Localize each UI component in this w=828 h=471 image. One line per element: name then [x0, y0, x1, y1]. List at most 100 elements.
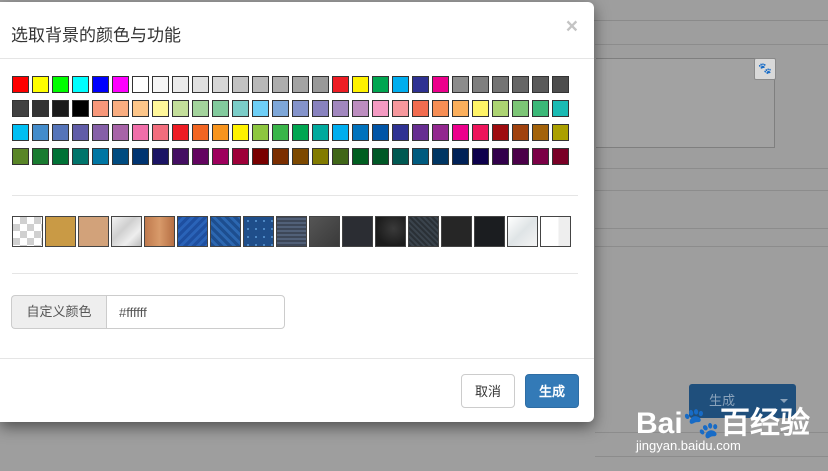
texture-swatch-dark-swirl[interactable]	[375, 216, 406, 247]
color-swatch[interactable]	[432, 148, 449, 165]
cancel-button[interactable]: 取消	[461, 374, 515, 408]
texture-swatch-slate-grid[interactable]	[276, 216, 307, 247]
color-swatch[interactable]	[512, 124, 529, 141]
color-swatch[interactable]	[292, 148, 309, 165]
color-swatch[interactable]	[192, 148, 209, 165]
color-swatch[interactable]	[152, 148, 169, 165]
color-swatch[interactable]	[52, 148, 69, 165]
texture-swatch-dark-noise[interactable]	[441, 216, 472, 247]
color-swatch[interactable]	[112, 100, 129, 117]
color-swatch[interactable]	[112, 124, 129, 141]
color-swatch[interactable]	[212, 148, 229, 165]
color-swatch[interactable]	[252, 148, 269, 165]
color-swatch[interactable]	[292, 76, 309, 93]
color-swatch[interactable]	[132, 148, 149, 165]
color-swatch[interactable]	[132, 76, 149, 93]
color-swatch[interactable]	[232, 100, 249, 117]
color-swatch[interactable]	[492, 124, 509, 141]
color-swatch[interactable]	[472, 124, 489, 141]
color-swatch[interactable]	[312, 124, 329, 141]
close-icon[interactable]: ×	[566, 16, 578, 37]
color-swatch[interactable]	[172, 124, 189, 141]
color-swatch[interactable]	[32, 100, 49, 117]
color-swatch[interactable]	[152, 124, 169, 141]
color-swatch[interactable]	[372, 148, 389, 165]
color-swatch[interactable]	[512, 148, 529, 165]
color-swatch[interactable]	[92, 124, 109, 141]
color-swatch[interactable]	[512, 76, 529, 93]
paw-icon[interactable]: 🐾	[754, 58, 776, 80]
color-swatch[interactable]	[272, 148, 289, 165]
color-swatch[interactable]	[152, 100, 169, 117]
texture-swatch-black-noise[interactable]	[474, 216, 505, 247]
color-swatch[interactable]	[532, 76, 549, 93]
color-swatch[interactable]	[92, 148, 109, 165]
color-swatch[interactable]	[452, 100, 469, 117]
color-swatch[interactable]	[372, 76, 389, 93]
color-swatch[interactable]	[352, 124, 369, 141]
color-swatch[interactable]	[212, 76, 229, 93]
color-swatch[interactable]	[332, 76, 349, 93]
color-swatch[interactable]	[552, 148, 569, 165]
texture-swatch-gold-paper[interactable]	[45, 216, 76, 247]
texture-swatch-light-floral[interactable]	[507, 216, 538, 247]
color-swatch[interactable]	[532, 124, 549, 141]
color-swatch[interactable]	[352, 100, 369, 117]
color-swatch[interactable]	[272, 100, 289, 117]
color-swatch[interactable]	[172, 148, 189, 165]
color-swatch[interactable]	[392, 100, 409, 117]
color-swatch[interactable]	[72, 148, 89, 165]
color-swatch[interactable]	[272, 124, 289, 141]
color-swatch[interactable]	[392, 76, 409, 93]
color-swatch[interactable]	[452, 124, 469, 141]
color-swatch[interactable]	[412, 76, 429, 93]
color-swatch[interactable]	[472, 148, 489, 165]
color-swatch[interactable]	[292, 100, 309, 117]
color-swatch[interactable]	[232, 148, 249, 165]
color-swatch[interactable]	[72, 100, 89, 117]
color-swatch[interactable]	[12, 124, 29, 141]
color-swatch[interactable]	[52, 124, 69, 141]
color-swatch[interactable]	[492, 148, 509, 165]
color-swatch[interactable]	[552, 124, 569, 141]
texture-swatch-blue-stripes[interactable]	[177, 216, 208, 247]
color-swatch[interactable]	[192, 124, 209, 141]
color-swatch[interactable]	[252, 76, 269, 93]
texture-swatch-white-panels[interactable]	[540, 216, 571, 247]
color-swatch[interactable]	[412, 100, 429, 117]
color-swatch[interactable]	[172, 100, 189, 117]
color-swatch[interactable]	[72, 76, 89, 93]
color-swatch[interactable]	[452, 148, 469, 165]
color-swatch[interactable]	[112, 148, 129, 165]
color-swatch[interactable]	[132, 124, 149, 141]
color-swatch[interactable]	[92, 100, 109, 117]
color-swatch[interactable]	[32, 148, 49, 165]
color-swatch[interactable]	[52, 76, 69, 93]
texture-swatch-marble[interactable]	[111, 216, 142, 247]
custom-color-input[interactable]	[106, 295, 285, 329]
color-swatch[interactable]	[392, 124, 409, 141]
color-swatch[interactable]	[12, 148, 29, 165]
texture-swatch-wood[interactable]	[144, 216, 175, 247]
texture-swatch-dark-gray[interactable]	[309, 216, 340, 247]
color-swatch[interactable]	[452, 76, 469, 93]
color-swatch[interactable]	[112, 76, 129, 93]
color-swatch[interactable]	[332, 124, 349, 141]
color-swatch[interactable]	[252, 124, 269, 141]
texture-swatch-blue-pattern[interactable]	[210, 216, 241, 247]
generate-button[interactable]: 生成	[525, 374, 579, 408]
texture-swatch-charcoal[interactable]	[342, 216, 373, 247]
color-swatch[interactable]	[212, 124, 229, 141]
color-swatch[interactable]	[252, 100, 269, 117]
color-swatch[interactable]	[212, 100, 229, 117]
color-swatch[interactable]	[412, 124, 429, 141]
color-swatch[interactable]	[312, 100, 329, 117]
color-swatch[interactable]	[32, 124, 49, 141]
color-swatch[interactable]	[492, 76, 509, 93]
color-swatch[interactable]	[312, 76, 329, 93]
color-swatch[interactable]	[472, 100, 489, 117]
color-swatch[interactable]	[72, 124, 89, 141]
color-swatch[interactable]	[232, 76, 249, 93]
color-swatch[interactable]	[512, 100, 529, 117]
color-swatch[interactable]	[192, 100, 209, 117]
